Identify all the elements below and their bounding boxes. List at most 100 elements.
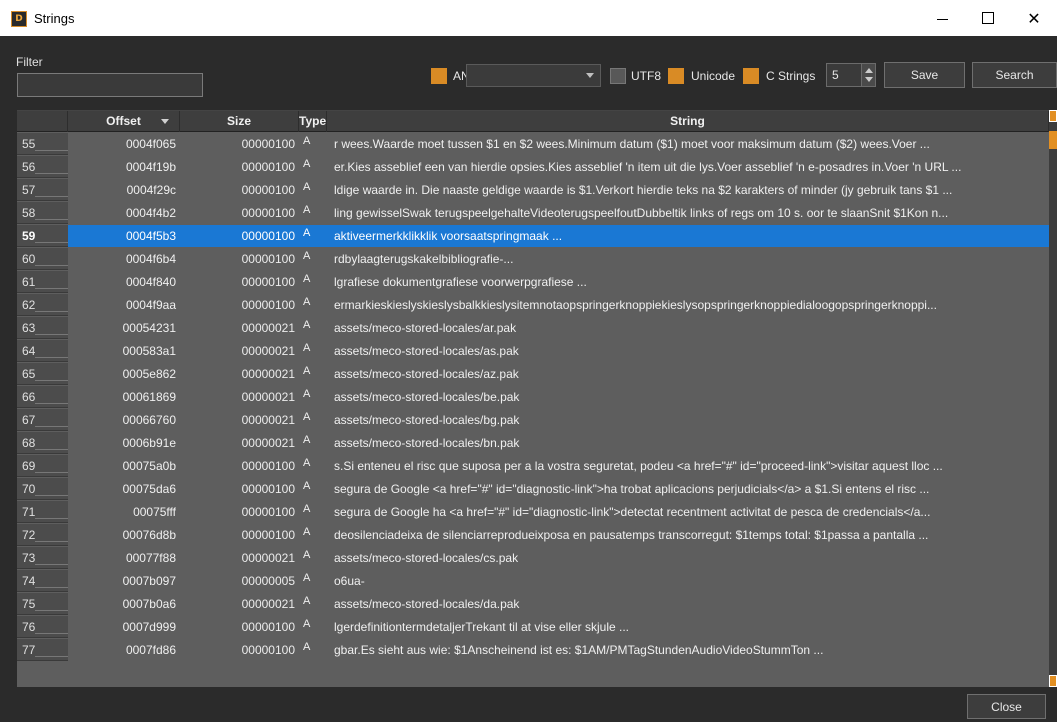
table-row[interactable]: 71 00075fff 00000100 A segura de Google ha … [17,501,1049,523]
minimize-button[interactable] [919,0,965,36]
encoding-dropdown[interactable] [466,64,601,87]
scroll-down-icon[interactable] [1049,675,1057,687]
offset-cell: 0004f5b3 [125,229,176,243]
close-button[interactable]: Close [967,694,1046,719]
string-cell: rdbylaagterugskakelbibliografie-... [334,252,514,266]
save-button[interactable]: Save [884,62,965,88]
table-row[interactable]: 59 0004f5b3 00000100 Aaktiveermerkklikklik … [17,225,1049,247]
utf8-checkbox[interactable] [610,68,626,84]
table-row[interactable]: 60 0004f6b4 00000100 Ardbylaagterugskakelbi… [17,248,1049,270]
table-row[interactable]: 62 0004f9aa 00000100 Aermarkieskieslyskiesl… [17,294,1049,316]
scrollbar-thumb[interactable] [1049,131,1057,149]
table-row[interactable]: 61 0004f840 00000100 Algrafiese dokumentgra… [17,271,1049,293]
row-number: 62 [17,294,68,316]
offset-cell: 0007fd86 [125,643,176,657]
cstrings-checkbox[interactable] [743,68,759,84]
string-cell: ermarkieskieslyskieslysbalkkieslysitemno… [334,298,937,312]
row-number: 67 [17,409,68,431]
size-cell: 00000021 [241,597,295,611]
stepper-up-icon[interactable] [865,68,873,73]
row-number: 64 [17,340,68,362]
row-number: 69 [17,455,68,477]
row-number: 73 [17,547,68,569]
string-cell: assets/meco-stored-locales/bg.pak [334,413,520,427]
string-cell: lgrafiese dokumentgrafiese voorwerpgrafi… [334,275,587,289]
header-type[interactable]: Type [299,111,327,132]
size-cell: 00000021 [241,344,295,358]
type-cell: A [303,273,311,285]
filter-input[interactable] [17,73,203,97]
row-number: 70 [17,478,68,500]
offset-cell: 0007b0a6 [122,597,176,611]
min-length-stepper[interactable]: 5 [826,63,876,87]
size-cell: 00000100 [241,528,295,542]
row-number: 60 [17,248,68,270]
close-window-button[interactable]: ✕ [1011,0,1057,36]
table-row[interactable]: 70 00075da6 00000100 A segura de Google <a … [17,478,1049,500]
app-logo-icon: D [11,11,27,27]
table-row[interactable]: 64 000583a1 00000021 Aassets/meco-stored-lo… [17,340,1049,362]
scroll-up-icon[interactable] [1049,110,1057,122]
min-length-value: 5 [832,68,839,82]
row-number: 68 [17,432,68,454]
ansi-checkbox[interactable] [431,68,447,84]
table-row[interactable]: 69 00075a0b 00000100 As.Si enteneu el risc … [17,455,1049,477]
toolbar: Filter ANSI UTF8 Unicode C Strings 5 Sav… [0,36,1057,103]
offset-cell: 0004f4b2 [125,206,176,220]
table-row[interactable]: 56 0004f19b 00000100 Aer.Kies asseblief een… [17,156,1049,178]
table-header: Offset Size Type String [17,111,1057,132]
table-row[interactable]: 57 0004f29c 00000100 Aldige waarde in. Die … [17,179,1049,201]
type-cell: A [303,411,311,423]
type-cell: A [303,227,311,239]
string-cell: segura de Google <a href="#" id="diagnos… [334,482,930,496]
row-number: 77 [17,639,68,661]
row-number: 61 [17,271,68,293]
offset-cell: 00075a0b [122,459,176,473]
table-row[interactable]: 65 0005e862 00000021 Aassets/meco-stored-lo… [17,363,1049,385]
window-title: Strings [34,11,75,26]
string-cell: aktiveermerkklikklik voorsaatspringmaak … [334,229,563,243]
table-row[interactable]: 74 0007b097 00000005 Ao6ua- [17,570,1049,592]
size-cell: 00000100 [241,482,295,496]
table-row[interactable]: 63 00054231 00000021 Aassets/meco-stored-lo… [17,317,1049,339]
header-string[interactable]: String [327,111,1049,132]
size-cell: 00000021 [241,551,295,565]
string-cell: lgerdefinitiontermdetaljerTrekant til at… [334,620,630,634]
table-row[interactable]: 73 00077f88 00000021 Aassets/meco-stored-lo… [17,547,1049,569]
strings-table[interactable]: Offset Size Type String 55 0004f065 000001… [17,110,1057,687]
offset-cell: 00076d8b [122,528,176,542]
table-row[interactable]: 75 0007b0a6 00000021 Aassets/meco-stored-lo… [17,593,1049,615]
string-cell: assets/meco-stored-locales/bn.pak [334,436,520,450]
table-row[interactable]: 55 0004f065 00000100 Ar wees.Waarde moet tu… [17,133,1049,155]
maximize-button[interactable] [965,0,1011,36]
type-cell: A [303,204,311,216]
string-cell: ldige waarde in. Die naaste geldige waar… [334,183,953,197]
stepper-buttons[interactable] [861,64,875,86]
type-cell: A [303,135,311,147]
offset-cell: 0004f840 [125,275,176,289]
size-cell: 00000100 [241,643,295,657]
sort-desc-icon [161,119,169,124]
stepper-down-icon[interactable] [865,77,873,82]
table-row[interactable]: 68 0006b91e 00000021 Aassets/meco-stored-lo… [17,432,1049,454]
vertical-scrollbar[interactable] [1049,110,1057,687]
header-row-number[interactable] [17,111,68,132]
filter-label: Filter [16,55,43,69]
table-row[interactable]: 67 00066760 00000021 Aassets/meco-stored-lo… [17,409,1049,431]
row-number: 65 [17,363,68,385]
string-cell: assets/meco-stored-locales/cs.pak [334,551,519,565]
search-button[interactable]: Search [972,62,1057,88]
table-row[interactable]: 72 00076d8b 00000100 Adeosilenciadeixa de s… [17,524,1049,546]
table-row[interactable]: 76 0007d999 00000100 Algerdefinitiontermdet… [17,616,1049,638]
header-offset[interactable]: Offset [68,111,180,132]
table-row[interactable]: 58 0004f4b2 00000100 Aling gewisselSwak ter… [17,202,1049,224]
header-size[interactable]: Size [180,111,299,132]
string-cell: assets/meco-stored-locales/as.pak [334,344,519,358]
table-row[interactable]: 77 0007fd86 00000100 Agbar.Es sieht aus wie… [17,639,1049,661]
type-cell: A [303,549,311,561]
offset-cell: 0004f6b4 [125,252,176,266]
row-number: 74 [17,570,68,592]
string-cell: s.Si enteneu el risc que suposa per a la… [334,459,943,473]
unicode-checkbox[interactable] [668,68,684,84]
table-row[interactable]: 66 00061869 00000021 Aassets/meco-stored-lo… [17,386,1049,408]
